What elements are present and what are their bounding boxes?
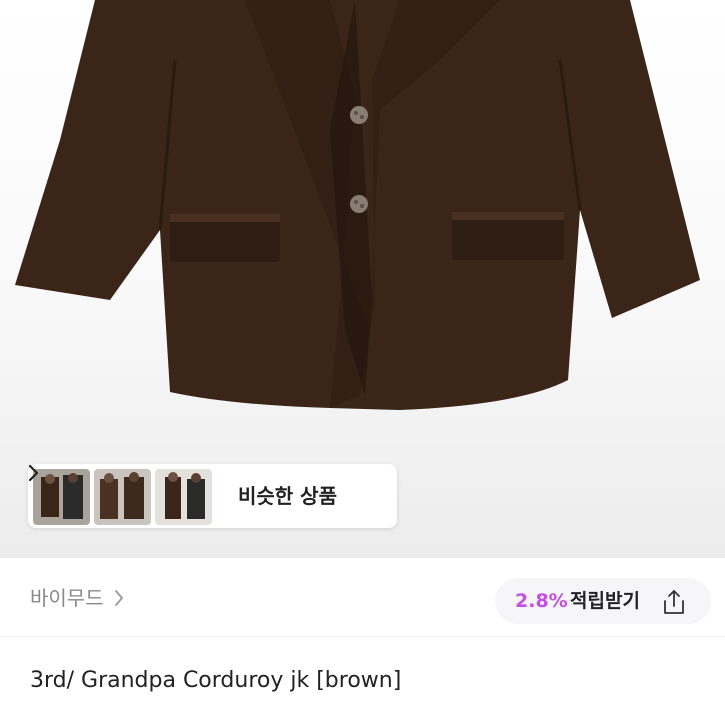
similar-products-label: 비슷한 상품 <box>238 484 337 508</box>
similar-products-button[interactable]: 비슷한 상품 <box>28 464 397 528</box>
seller-name: 바이무드 <box>30 586 104 610</box>
similar-thumbnail[interactable] <box>94 469 151 525</box>
share-icon[interactable] <box>659 587 689 617</box>
reward-button[interactable]: 2.8% 적립받기 <box>495 578 711 624</box>
chevron-right-icon <box>114 590 123 606</box>
similar-thumbnail[interactable] <box>33 469 90 525</box>
reward-label: 적립받기 <box>570 590 640 612</box>
chevron-right-icon <box>28 464 39 482</box>
reward-rate: 2.8% <box>515 590 568 612</box>
thumbnail-photo-icon <box>155 469 212 525</box>
product-image[interactable]: 비슷한 상품 <box>0 0 725 558</box>
thumbnail-photo-icon <box>33 469 90 525</box>
similar-thumbnail[interactable] <box>155 469 212 525</box>
divider <box>0 636 725 637</box>
thumbnail-photo-icon <box>94 469 151 525</box>
seller-link[interactable]: 바이무드 <box>30 558 124 638</box>
product-title: 3rd/ Grandpa Corduroy jk [brown] <box>30 668 402 693</box>
seller-row: 바이무드 2.8% 적립받기 <box>0 558 725 638</box>
